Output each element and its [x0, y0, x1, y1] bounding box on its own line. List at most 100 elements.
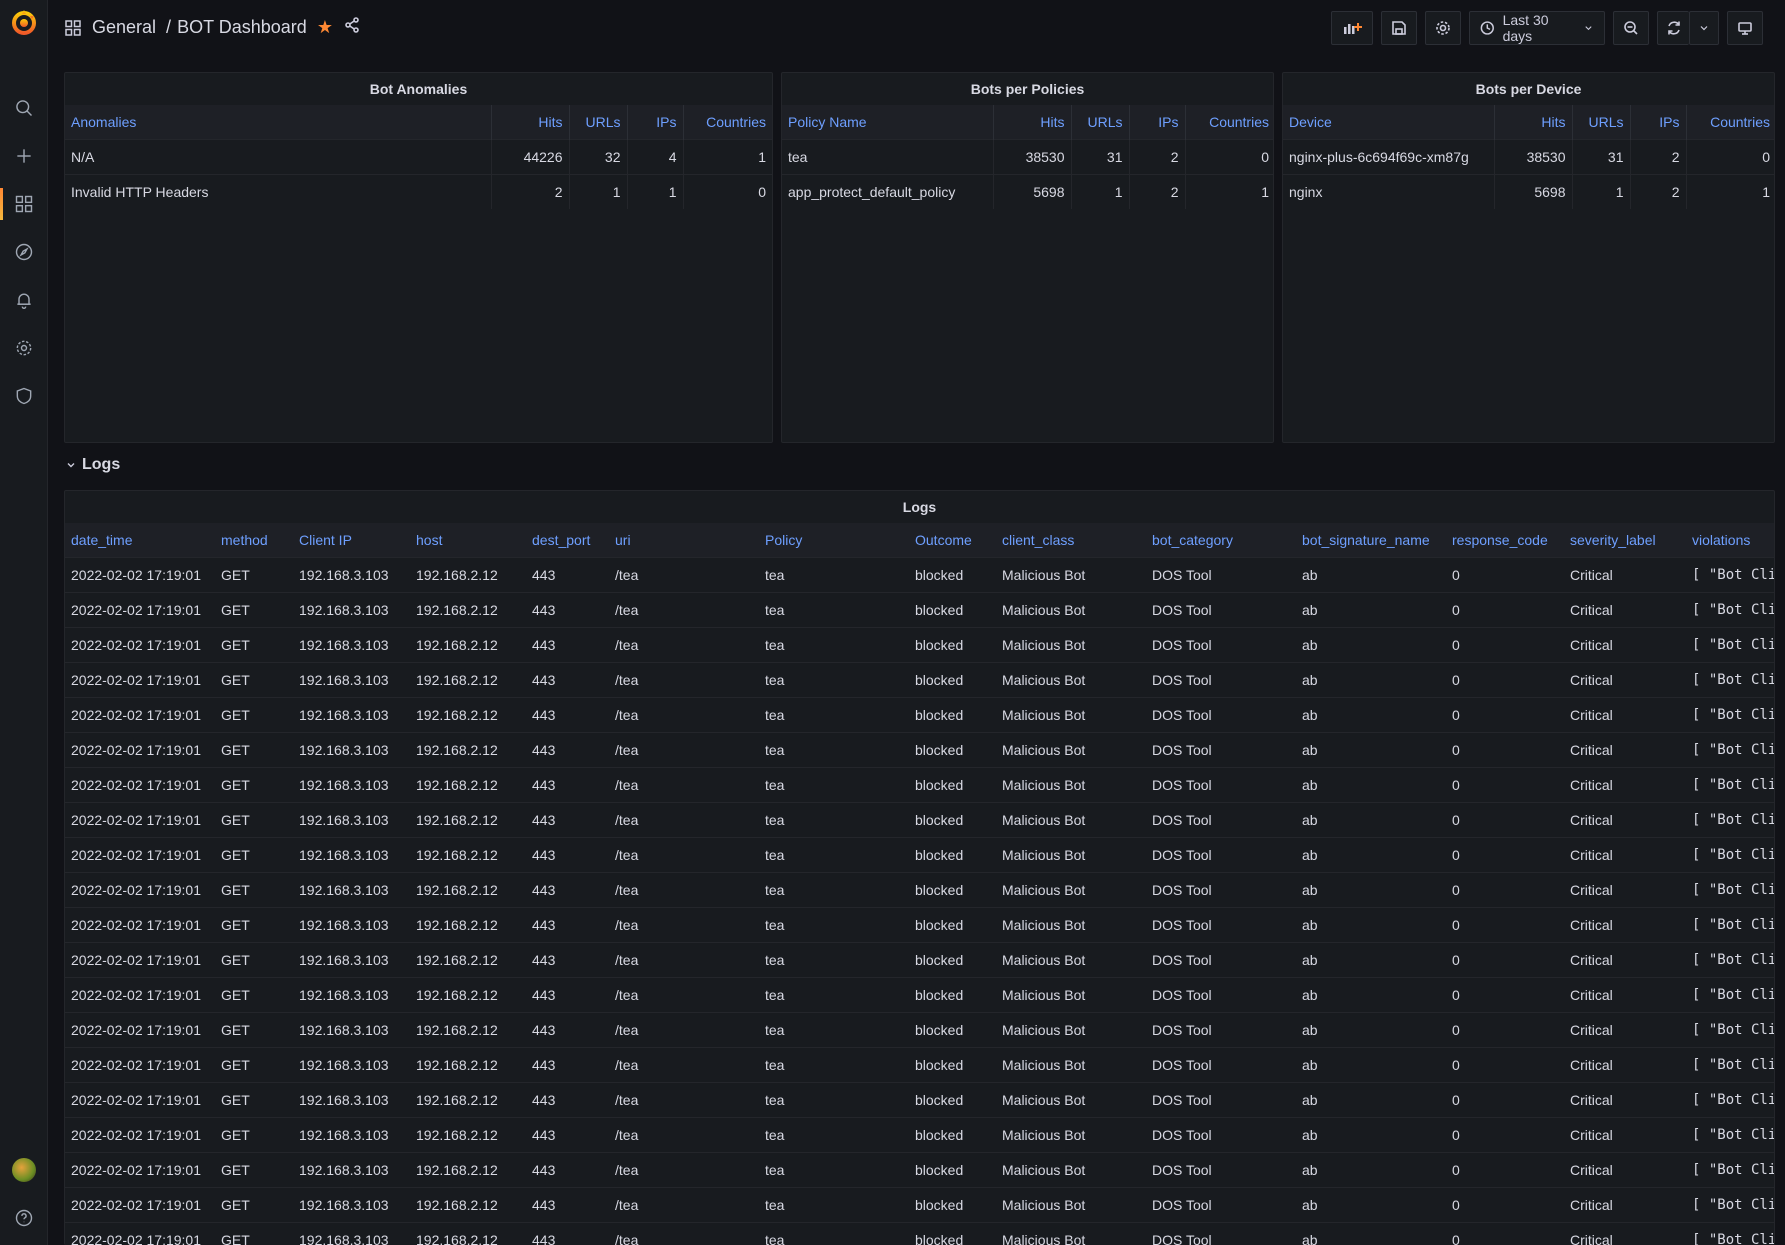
- save-dashboard-button[interactable]: [1381, 11, 1417, 45]
- table-row[interactable]: 2022-02-02 17:19:01 GET 192.168.3.103 192.1…: [65, 731, 1774, 767]
- column-header[interactable]: Anomalies: [65, 105, 492, 139]
- panel-title[interactable]: Bots per Device: [1283, 73, 1774, 105]
- column-header[interactable]: dest_port: [526, 523, 609, 557]
- column-header[interactable]: host: [410, 523, 526, 557]
- column-header[interactable]: Hits: [993, 105, 1072, 139]
- table-row[interactable]: 2022-02-02 17:19:01 GET 192.168.3.103 192.1…: [65, 591, 1774, 627]
- breadcrumb: General / BOT Dashboard ★: [64, 16, 361, 39]
- table-row[interactable]: 2022-02-02 17:19:01 GET 192.168.3.103 192.1…: [65, 976, 1774, 1012]
- table-row[interactable]: 2022-02-02 17:19:01 GET 192.168.3.103 192.1…: [65, 696, 1774, 732]
- star-icon[interactable]: ★: [317, 17, 333, 38]
- table-cell: Critical: [1564, 731, 1686, 767]
- panel-bots-per-policies[interactable]: Bots per Policies Policy Name Hits URLs …: [781, 72, 1274, 443]
- table-cell: 0: [1446, 731, 1564, 767]
- column-header[interactable]: Countries: [1185, 105, 1273, 139]
- table-row[interactable]: 2022-02-02 17:19:01 GET 192.168.3.103 192.1…: [65, 626, 1774, 662]
- column-header[interactable]: uri: [609, 523, 759, 557]
- table-row[interactable]: 2022-02-02 17:19:01 GET 192.168.3.103 192.1…: [65, 1011, 1774, 1047]
- shield-icon[interactable]: [12, 384, 36, 408]
- column-header[interactable]: Hits: [491, 105, 570, 139]
- table-row[interactable]: 2022-02-02 17:19:01 GET 192.168.3.103 192.1…: [65, 836, 1774, 872]
- plus-icon[interactable]: [12, 144, 36, 168]
- table-row[interactable]: 2022-02-02 17:19:01 GET 192.168.3.103 192.1…: [65, 556, 1774, 592]
- column-header[interactable]: Policy: [759, 523, 909, 557]
- tv-mode-button[interactable]: [1727, 11, 1763, 45]
- column-header[interactable]: bot_category: [1146, 523, 1296, 557]
- table-cell: GET: [215, 1046, 293, 1082]
- dashboard-title[interactable]: BOT Dashboard: [177, 17, 307, 38]
- panel-bots-per-device[interactable]: Bots per Device Device Hits URLs IPs Cou…: [1282, 72, 1775, 443]
- table-cell: nginx-plus-6c694f69c-xm87g: [1283, 138, 1495, 174]
- column-header[interactable]: method: [215, 523, 293, 557]
- column-header[interactable]: date_time: [65, 523, 215, 557]
- table-row[interactable]: 2022-02-02 17:19:01 GET 192.168.3.103 192.1…: [65, 1221, 1774, 1245]
- column-header[interactable]: Device: [1283, 105, 1495, 139]
- dashboard-settings-button[interactable]: [1425, 11, 1461, 45]
- help-icon[interactable]: [12, 1206, 36, 1230]
- table-cell: GET: [215, 836, 293, 872]
- column-header[interactable]: URLs: [569, 105, 628, 139]
- alerting-bell-icon[interactable]: [12, 288, 36, 312]
- explore-compass-icon[interactable]: [12, 240, 36, 264]
- table-cell: ab: [1296, 626, 1446, 662]
- column-header[interactable]: Policy Name: [782, 105, 994, 139]
- column-header[interactable]: Countries: [683, 105, 772, 139]
- panel-bot-anomalies[interactable]: Bot Anomalies Anomalies Hits URLs IPs Co…: [64, 72, 773, 443]
- column-header[interactable]: Client IP: [293, 523, 410, 557]
- table-row[interactable]: 2022-02-02 17:19:01 GET 192.168.3.103 192.1…: [65, 871, 1774, 907]
- breadcrumb-folder[interactable]: General: [92, 17, 156, 38]
- table-cell: blocked: [909, 906, 996, 942]
- table-cell: Malicious Bot: [996, 591, 1146, 627]
- dashboards-icon[interactable]: [12, 192, 36, 216]
- table-cell: GET: [215, 731, 293, 767]
- table-cell: 2022-02-02 17:19:01: [65, 591, 215, 627]
- column-header[interactable]: violations: [1686, 523, 1774, 557]
- settings-gear-icon[interactable]: [12, 336, 36, 360]
- zoom-out-button[interactable]: [1613, 11, 1649, 45]
- panel-title[interactable]: Bots per Policies: [782, 73, 1273, 105]
- panel-logs[interactable]: Logs date_time method Client IP host dest_po…: [64, 490, 1775, 1245]
- table-cell: 443: [526, 626, 609, 662]
- table-row[interactable]: 2022-02-02 17:19:01 GET 192.168.3.103 192.1…: [65, 941, 1774, 977]
- table-row[interactable]: 2022-02-02 17:19:01 GET 192.168.3.103 192.1…: [65, 1151, 1774, 1187]
- column-header[interactable]: Countries: [1686, 105, 1774, 139]
- table-cell: /tea: [609, 661, 759, 697]
- logs-row-toggle[interactable]: Logs: [66, 456, 120, 474]
- column-header[interactable]: IPs: [1630, 105, 1687, 139]
- column-header[interactable]: IPs: [627, 105, 684, 139]
- add-panel-button[interactable]: [1331, 11, 1373, 45]
- column-header[interactable]: URLs: [1071, 105, 1130, 139]
- column-header[interactable]: response_code: [1446, 523, 1564, 557]
- table-cell: tea: [759, 801, 909, 837]
- search-icon[interactable]: [12, 96, 36, 120]
- table-row[interactable]: 2022-02-02 17:19:01 GET 192.168.3.103 192.1…: [65, 766, 1774, 802]
- table-row[interactable]: 2022-02-02 17:19:01 GET 192.168.3.103 192.1…: [65, 1116, 1774, 1152]
- column-header[interactable]: Hits: [1494, 105, 1573, 139]
- table-cell: 0: [1446, 976, 1564, 1012]
- refresh-button[interactable]: [1657, 11, 1689, 45]
- table-row[interactable]: 2022-02-02 17:19:01 GET 192.168.3.103 192.1…: [65, 906, 1774, 942]
- column-header[interactable]: Outcome: [909, 523, 996, 557]
- table-cell: 0: [1446, 836, 1564, 872]
- column-header[interactable]: URLs: [1572, 105, 1631, 139]
- table-row[interactable]: 2022-02-02 17:19:01 GET 192.168.3.103 192.1…: [65, 661, 1774, 697]
- table-row[interactable]: 2022-02-02 17:19:01 GET 192.168.3.103 192.1…: [65, 1186, 1774, 1222]
- table-cell: 38530: [1494, 138, 1573, 174]
- column-header[interactable]: IPs: [1129, 105, 1186, 139]
- panel-title[interactable]: Bot Anomalies: [65, 73, 772, 105]
- column-header[interactable]: bot_signature_name: [1296, 523, 1446, 557]
- grafana-logo-icon[interactable]: [10, 8, 38, 36]
- panel-title[interactable]: Logs: [65, 491, 1774, 523]
- user-avatar[interactable]: [12, 1158, 36, 1182]
- column-header[interactable]: client_class: [996, 523, 1146, 557]
- chevron-down-icon: [1585, 26, 1592, 31]
- table-row[interactable]: 2022-02-02 17:19:01 GET 192.168.3.103 192.1…: [65, 1046, 1774, 1082]
- refresh-interval-dropdown[interactable]: [1689, 11, 1719, 45]
- table-row[interactable]: 2022-02-02 17:19:01 GET 192.168.3.103 192.1…: [65, 801, 1774, 837]
- share-icon[interactable]: [343, 16, 361, 39]
- column-header[interactable]: severity_label: [1564, 523, 1686, 557]
- time-range-picker[interactable]: Last 30 days: [1469, 11, 1605, 45]
- table-row[interactable]: 2022-02-02 17:19:01 GET 192.168.3.103 192.1…: [65, 1081, 1774, 1117]
- dashboard-grid-icon: [64, 19, 82, 37]
- table-cell: GET: [215, 591, 293, 627]
